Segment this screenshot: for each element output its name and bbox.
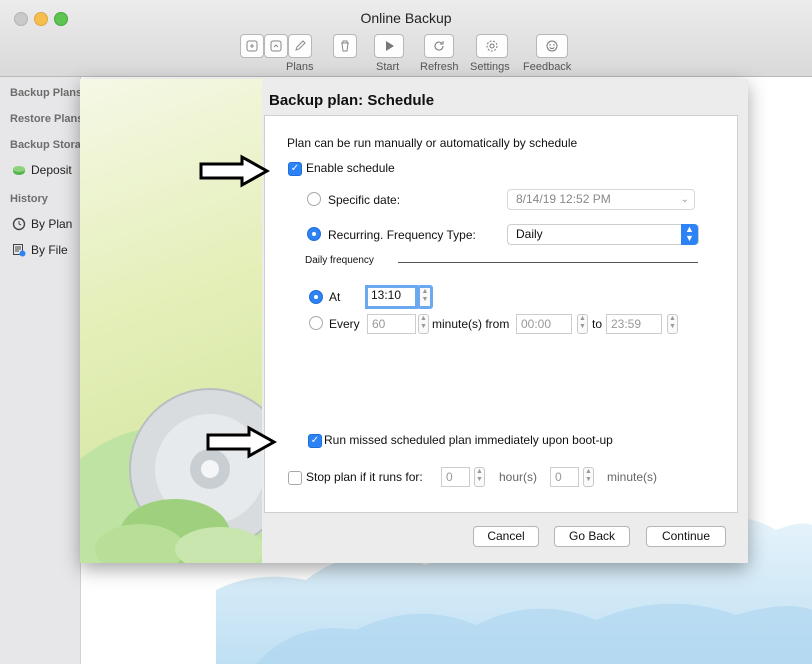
- every-minutes-value: 60: [372, 317, 386, 331]
- at-time-stepper[interactable]: ▲ ▼: [417, 285, 433, 309]
- minutes-from-label: minute(s) from: [432, 317, 510, 331]
- run-missed-checkbox[interactable]: ✓: [308, 434, 322, 448]
- refresh-icon: [434, 41, 444, 51]
- feedback-button[interactable]: [536, 34, 568, 58]
- trash-icon: [341, 40, 349, 52]
- schedule-panel: Plan can be run manually or automaticall…: [264, 115, 738, 513]
- schedule-description: Plan can be run manually or automaticall…: [287, 136, 578, 150]
- every-radio[interactable]: [309, 316, 323, 330]
- stop-hours-stepper[interactable]: ▲ ▼: [474, 467, 485, 487]
- to-time-input[interactable]: 23:59: [606, 314, 662, 334]
- at-time-input[interactable]: 13:10: [365, 285, 418, 309]
- window-title: Online Backup: [360, 10, 452, 26]
- sidebar-item-by-file[interactable]: By File: [12, 243, 78, 257]
- cd-disc-illustration: [80, 388, 262, 563]
- continue-button[interactable]: Continue: [646, 526, 726, 547]
- settings-label: Settings: [470, 61, 510, 73]
- from-time-input[interactable]: 00:00: [516, 314, 572, 334]
- edit-plan-button[interactable]: [288, 34, 312, 58]
- new-backup-plan-button[interactable]: [240, 34, 264, 58]
- sidebar: Backup Plans Restore Plans Backup Storag…: [0, 77, 81, 664]
- enable-schedule-checkbox[interactable]: ✓: [288, 162, 302, 176]
- sidebar-item-label: By Plan: [31, 217, 73, 231]
- smiley-icon: [546, 40, 558, 52]
- sidebar-item-deposit[interactable]: Deposit: [12, 163, 78, 177]
- specific-date-picker[interactable]: 8/14/19 12:52 PM ⌄: [507, 189, 695, 210]
- dialog-title: Backup plan: Schedule: [269, 92, 435, 109]
- sidebar-item-backup-plans[interactable]: Backup Plans: [10, 87, 80, 99]
- gear-icon: [486, 40, 498, 52]
- annotation-arrow-icon: [199, 154, 270, 188]
- section-divider: [398, 262, 698, 263]
- stop-minutes-value: 0: [555, 470, 562, 484]
- every-minutes-stepper[interactable]: ▲ ▼: [418, 314, 429, 334]
- sidebar-item-history[interactable]: History: [10, 193, 80, 205]
- specific-date-radio[interactable]: [307, 192, 321, 206]
- select-arrows-icon: ▲ ▼: [681, 224, 698, 245]
- schedule-dialog: Backup plan: Schedule Plan can be run ma…: [80, 79, 748, 563]
- stop-hours-input[interactable]: 0: [441, 467, 470, 487]
- sidebar-item-backup-storage[interactable]: Backup Storage: [10, 139, 80, 151]
- sidebar-item-by-plan[interactable]: By Plan: [12, 217, 78, 231]
- storage-icon: [13, 166, 25, 175]
- refresh-label: Refresh: [420, 61, 459, 73]
- every-label: Every: [329, 317, 360, 331]
- at-time-value: 13:10: [371, 288, 402, 302]
- annotation-arrow-icon: [206, 425, 277, 459]
- recurring-radio[interactable]: [307, 227, 321, 241]
- start-label: Start: [376, 61, 400, 73]
- at-label: At: [329, 290, 341, 304]
- from-time-stepper[interactable]: ▲ ▼: [577, 314, 588, 334]
- stop-hours-value: 0: [446, 470, 453, 484]
- delete-plan-button[interactable]: [333, 34, 357, 58]
- stop-plan-checkbox[interactable]: [288, 471, 302, 485]
- file-history-icon: [13, 244, 26, 257]
- start-button[interactable]: [374, 34, 404, 58]
- go-back-button[interactable]: Go Back: [554, 526, 630, 547]
- at-time-radio[interactable]: [309, 290, 323, 304]
- settings-button[interactable]: [476, 34, 508, 58]
- cancel-button[interactable]: Cancel: [473, 526, 539, 547]
- chevron-down-icon: ⌄: [680, 194, 689, 205]
- frequency-type-value: Daily: [516, 227, 543, 241]
- to-time-value: 23:59: [611, 317, 642, 331]
- enable-schedule-label: Enable schedule: [306, 161, 395, 175]
- from-time-value: 00:00: [521, 317, 552, 331]
- restore-plan-icon: [270, 40, 282, 52]
- hours-label: hour(s): [499, 470, 538, 484]
- specific-date-value: 8/14/19 12:52 PM: [516, 192, 611, 206]
- recurring-label: Recurring. Frequency Type:: [328, 228, 476, 242]
- stop-plan-label: Stop plan if it runs for:: [306, 470, 423, 484]
- play-icon: [386, 41, 394, 51]
- minutes-label: minute(s): [607, 470, 658, 484]
- sidebar-item-label: Deposit: [31, 163, 72, 177]
- plans-label: Plans: [286, 61, 314, 73]
- title-bar: Online Backup Plans Start Refresh Settin…: [0, 0, 812, 77]
- to-time-stepper[interactable]: ▲ ▼: [667, 314, 678, 334]
- feedback-label: Feedback: [523, 61, 572, 73]
- to-label: to: [592, 317, 603, 331]
- every-minutes-input[interactable]: 60: [367, 314, 416, 334]
- frequency-type-select[interactable]: Daily ▲ ▼: [507, 224, 699, 245]
- pencil-icon: [295, 40, 306, 51]
- stop-minutes-stepper[interactable]: ▲ ▼: [583, 467, 594, 487]
- daily-frequency-label: Daily frequency: [305, 255, 374, 266]
- new-restore-plan-button[interactable]: [264, 34, 288, 58]
- sidebar-item-restore-plans[interactable]: Restore Plans: [10, 113, 80, 125]
- sidebar-item-label: By File: [31, 243, 68, 257]
- run-missed-label: Run missed scheduled plan immediately up…: [324, 433, 613, 447]
- specific-date-label: Specific date:: [328, 193, 401, 207]
- backup-plan-icon: [246, 40, 258, 52]
- wizard-side-art: [80, 79, 262, 563]
- stop-minutes-input[interactable]: 0: [550, 467, 579, 487]
- history-icon: [12, 217, 26, 231]
- refresh-button[interactable]: [424, 34, 454, 58]
